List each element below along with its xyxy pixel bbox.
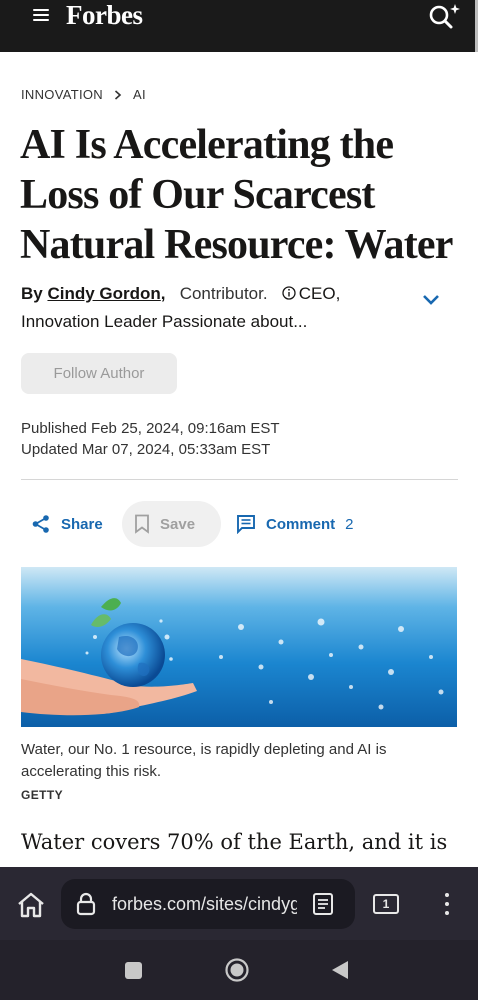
article-actions: Share Save Comment 2 — [21, 501, 458, 547]
reader-view-icon[interactable] — [312, 892, 334, 916]
author-byline: By Cindy Gordon, Contributor. CEO, Innov… — [21, 280, 411, 336]
site-header: Forbes — [0, 0, 478, 60]
home-icon[interactable] — [16, 891, 46, 919]
search-icon[interactable] — [428, 2, 462, 30]
author-link[interactable]: Cindy Gordon — [47, 284, 160, 303]
contributor-label: Contributor. — [179, 284, 268, 303]
system-navigation-bar — [0, 940, 478, 1000]
updated-date: Updated Mar 07, 2024, 05:33am EST — [21, 441, 271, 458]
info-icon[interactable] — [282, 286, 296, 300]
article-headline: AI Is Accelerating the Loss of Our Scarc… — [20, 122, 453, 268]
bookmark-icon — [135, 514, 149, 534]
article-hero-image[interactable] — [21, 567, 457, 727]
comment-label: Comment — [266, 515, 336, 533]
breadcrumb-ai[interactable]: AI — [133, 87, 146, 102]
chevron-right-icon — [114, 89, 122, 100]
comment-icon — [237, 515, 255, 534]
comment-button[interactable]: Comment 2 — [236, 501, 354, 547]
save-button[interactable]: Save — [122, 501, 221, 547]
comment-count: 2 — [345, 515, 354, 533]
published-date: Published Feb 25, 2024, 09:16am EST — [21, 420, 280, 437]
forbes-logo[interactable]: Forbes — [66, 0, 143, 31]
breadcrumb: INNOVATION AI — [21, 87, 146, 102]
hamburger-menu-icon[interactable] — [33, 9, 49, 25]
breadcrumb-innovation[interactable]: INNOVATION — [21, 87, 103, 102]
article-content: INNOVATION AI AI Is Accelerating the Los… — [0, 52, 478, 867]
follow-author-button[interactable]: Follow Author — [21, 353, 177, 394]
author-comma: , — [160, 284, 166, 303]
by-label: By — [21, 284, 43, 303]
lock-icon[interactable] — [76, 892, 96, 916]
recents-icon[interactable] — [125, 962, 142, 979]
home-button-icon[interactable] — [225, 958, 249, 982]
article-body-paragraph: Water covers 70% of the Earth, and it is — [21, 830, 448, 854]
share-button[interactable]: Share — [31, 501, 103, 547]
url-text[interactable]: forbes.com/sites/cindygordon — [112, 894, 297, 915]
author-role-line2: Innovation Leader Passionate about... — [21, 312, 308, 331]
back-icon[interactable] — [330, 959, 350, 981]
save-label: Save — [160, 515, 196, 533]
image-credit: GETTY — [21, 788, 64, 802]
share-label: Share — [61, 515, 103, 533]
divider — [21, 479, 458, 480]
author-role-line1: CEO, — [298, 284, 341, 303]
share-icon — [32, 515, 49, 533]
chevron-down-icon[interactable] — [422, 294, 440, 306]
browser-toolbar: forbes.com/sites/cindygordon 1 — [0, 867, 478, 940]
article-dates: Published Feb 25, 2024, 09:16am EST Upda… — [21, 418, 280, 460]
address-bar[interactable]: forbes.com/sites/cindygordon — [61, 879, 355, 929]
more-options-icon[interactable] — [445, 893, 449, 915]
image-caption: Water, our No. 1 resource, is rapidly de… — [21, 741, 387, 780]
tab-counter-button[interactable]: 1 — [373, 894, 399, 914]
